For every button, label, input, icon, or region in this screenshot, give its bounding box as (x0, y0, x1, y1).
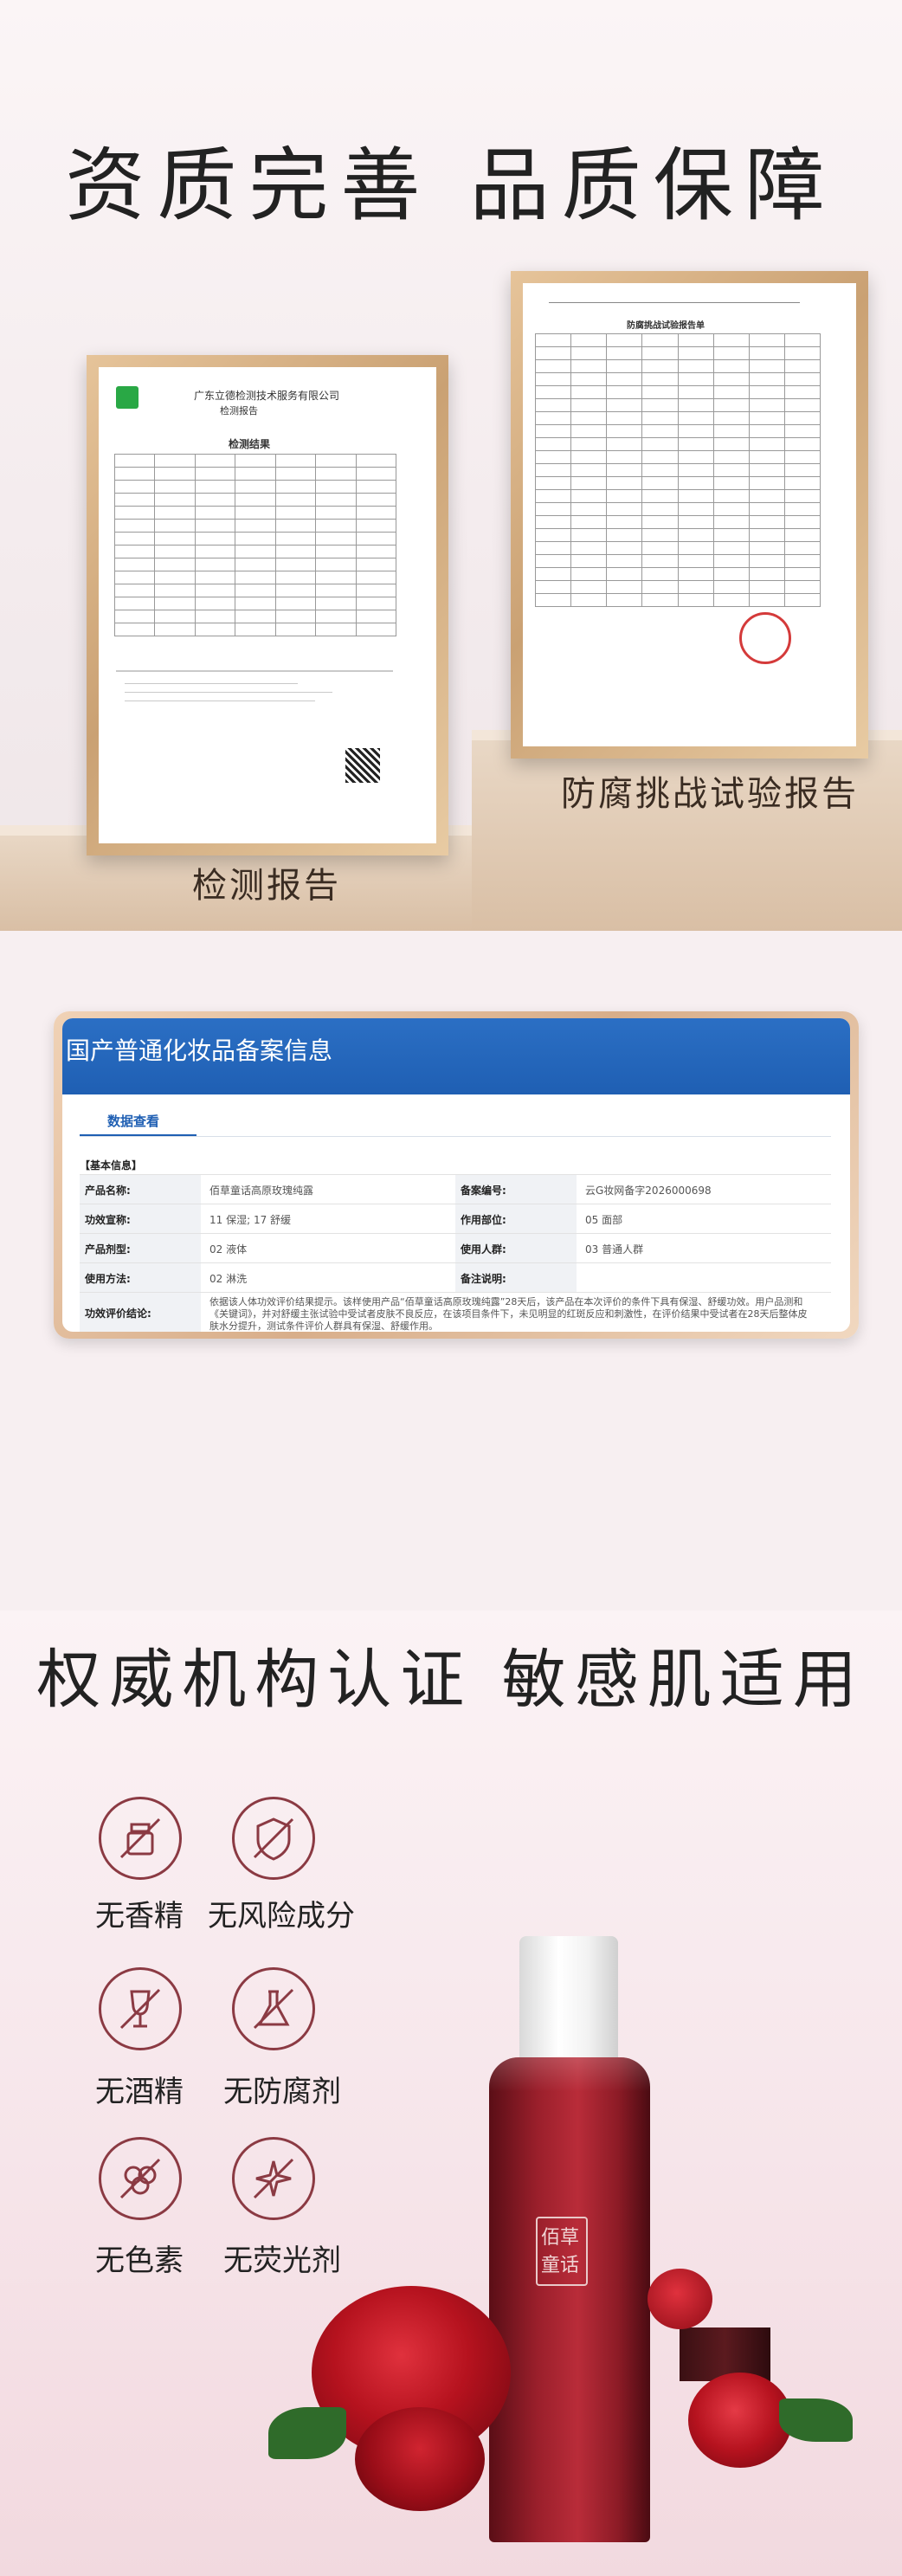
rose-flower (648, 2269, 712, 2329)
bottle-logo-text: 佰草 (541, 2227, 580, 2249)
qualification-headline: 资质完善 品质保障 (65, 139, 837, 232)
report-section-title: 检测结果 (229, 438, 271, 450)
filing-card-header: 国产普通化妆品备案信息 (62, 1018, 850, 1094)
test-result-table (113, 454, 397, 636)
efficacy-claim-text: 依据该人体功效评价结果提示。该样使用产品“佰草童话高原玫瑰纯露”28天后，该产品… (209, 1296, 808, 1332)
basic-info-label: 【基本信息】 (80, 1159, 143, 1172)
info-row: 产品剂型: 02 液体 使用人群: 03 普通人群 (80, 1233, 831, 1263)
badge-label: 无风险成分 (208, 1899, 355, 1934)
no-fragrance-icon (99, 1797, 182, 1880)
info-label: 功效宣称: (80, 1204, 201, 1234)
info-value: 05 面部 (585, 1213, 623, 1226)
report-doc-type: 检测报告 (220, 405, 258, 416)
rose-flower (355, 2407, 485, 2511)
red-seal-stamp (739, 612, 791, 664)
badge-label: 无酒精 (95, 2075, 184, 2109)
info-row-claim: 功效评价结论: 依据该人体功效评价结果提示。该样使用产品“佰草童话高原玫瑰纯露”… (80, 1292, 831, 1332)
no-risk-ingredient-icon (232, 1797, 315, 1880)
bottle-highlight (489, 2057, 650, 2092)
info-value: 02 液体 (209, 1243, 248, 1256)
rose-leaf (268, 2407, 346, 2459)
bottle-logo-text: 童话 (541, 2255, 580, 2276)
certification-headline: 权威机构认证 敏感肌适用 (36, 1643, 866, 1717)
no-pigment-icon (99, 2137, 182, 2220)
filing-card: 国产普通化妆品备案信息 数据查看 【基本信息】 产品名称: 佰草童话高原玫瑰纯露… (62, 1018, 850, 1332)
info-label: 功效评价结论: (80, 1293, 201, 1332)
signature-line (549, 302, 800, 303)
challenge-result-table (534, 333, 821, 607)
lab-company-name: 广东立德检测技术服务有限公司 (194, 390, 340, 402)
challenge-report-title: 防腐挑战试验报告单 (627, 321, 705, 331)
info-label: 备注说明: (455, 1263, 577, 1293)
tab-divider (80, 1136, 831, 1137)
info-value: 02 淋洗 (209, 1272, 248, 1285)
filing-card-title: 国产普通化妆品备案信息 (66, 1036, 333, 1065)
info-value: 11 保湿; 17 舒缓 (209, 1213, 292, 1226)
info-label: 产品名称: (80, 1175, 201, 1204)
info-value: 云G妆网备字2026000698 (585, 1184, 712, 1197)
qr-code (345, 748, 380, 783)
test-report-caption: 检测报告 (192, 866, 341, 906)
badge-label: 无荧光剂 (223, 2244, 341, 2278)
info-label: 使用方法: (80, 1263, 201, 1293)
no-alcohol-icon (99, 1967, 182, 2050)
report-note-line (125, 700, 315, 701)
info-row: 产品名称: 佰草童话高原玫瑰纯露 备案编号: 云G妆网备字2026000698 (80, 1174, 831, 1204)
report-divider (116, 670, 393, 672)
info-value: 03 普通人群 (585, 1243, 644, 1256)
info-value (577, 1263, 831, 1293)
badge-label: 无防腐剂 (223, 2075, 341, 2109)
product-bottle (489, 2057, 650, 2542)
bottle-cap (519, 1936, 618, 2062)
badge-label: 无香精 (95, 1899, 184, 1934)
report-note-line (125, 692, 332, 693)
lab-logo-icon (116, 386, 139, 409)
rose-flower (688, 2373, 792, 2468)
badge-label: 无色素 (95, 2244, 184, 2278)
challenge-report-caption: 防腐挑战试验报告 (561, 774, 859, 814)
report-note-line (125, 683, 298, 684)
test-report-frame: 广东立德检测技术服务有限公司 检测报告 检测结果 (87, 355, 448, 855)
info-row: 功效宣称: 11 保湿; 17 舒缓 作用部位: 05 面部 (80, 1204, 831, 1234)
info-label: 使用人群: (455, 1234, 577, 1263)
info-label: 作用部位: (455, 1204, 577, 1234)
display-pedestal (680, 2327, 770, 2381)
challenge-report-frame: 防腐挑战试验报告单 (511, 271, 868, 759)
tab-data-view[interactable]: 数据查看 (107, 1112, 159, 1130)
info-label: 产品剂型: (80, 1234, 201, 1263)
info-row: 使用方法: 02 淋洗 备注说明: (80, 1262, 831, 1293)
rose-leaf (779, 2398, 853, 2442)
challenge-report-document: 防腐挑战试验报告单 (523, 283, 856, 746)
info-label: 备案编号: (455, 1175, 577, 1204)
no-fluorescent-icon (232, 2137, 315, 2220)
test-report-document: 广东立德检测技术服务有限公司 检测报告 检测结果 (99, 367, 436, 843)
no-preservative-icon (232, 1967, 315, 2050)
info-value: 佰草童话高原玫瑰纯露 (209, 1184, 314, 1197)
